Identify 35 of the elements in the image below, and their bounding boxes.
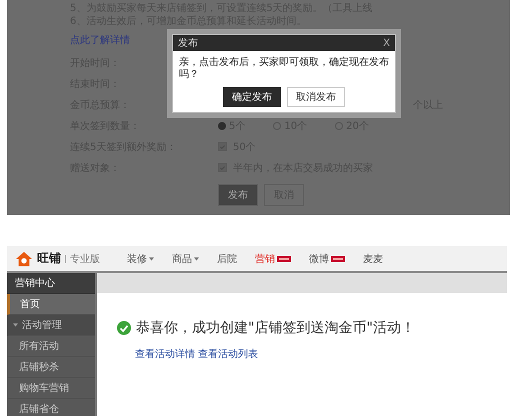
activity-link[interactable]: 查看活动详情 (135, 347, 195, 361)
sidebar-title: 营销中心 (7, 273, 95, 294)
section-label: 活动管理 (22, 319, 62, 332)
sidebar-item[interactable]: 店铺秒杀 (7, 357, 95, 378)
caret-icon (13, 323, 18, 327)
nav-item[interactable]: 营销 (255, 252, 291, 266)
nav-item[interactable]: 后院 (217, 252, 237, 266)
brand-name: 旺铺 (37, 250, 61, 267)
dialog-title: 发布 (178, 37, 198, 50)
new-badge-icon (277, 256, 291, 262)
caret-icon (194, 256, 199, 260)
sidebar-item[interactable]: 首页 (7, 294, 95, 315)
sidebar-item[interactable]: 购物车营销 (7, 378, 95, 399)
sidebar-section[interactable]: 活动管理 (7, 315, 95, 336)
checkbox[interactable] (218, 163, 227, 172)
success-check-icon (117, 321, 131, 335)
close-button[interactable]: X (383, 38, 390, 48)
new-badge-icon (331, 256, 345, 262)
nav-item[interactable]: 商品 (172, 252, 199, 266)
nav-item[interactable]: 装修 (127, 252, 154, 266)
success-message: 恭喜你，成功创建"店铺签到送淘金币"活动！ (136, 319, 415, 337)
cancel-button[interactable]: 取消发布 (287, 87, 345, 107)
activity-link[interactable]: 查看活动列表 (198, 347, 258, 361)
sidebar-item[interactable]: 所有活动 (7, 336, 95, 357)
edition-label: 专业版 (70, 252, 100, 266)
publish-button[interactable]: 发布 (218, 184, 258, 206)
radio-button[interactable] (218, 122, 226, 130)
sidebar-item[interactable]: 店铺省仓 (7, 399, 95, 416)
confirm-button[interactable]: 确定发布 (223, 87, 281, 107)
nav-item[interactable]: 微博 (309, 252, 345, 266)
checkbox[interactable] (218, 142, 227, 151)
nav-item[interactable]: 麦麦 (363, 252, 383, 266)
house-logo-icon (15, 250, 33, 266)
caret-icon (149, 256, 154, 260)
dialog-message: 亲，点击发布后，买家即可领取，确定现在发布吗？ (178, 56, 390, 82)
